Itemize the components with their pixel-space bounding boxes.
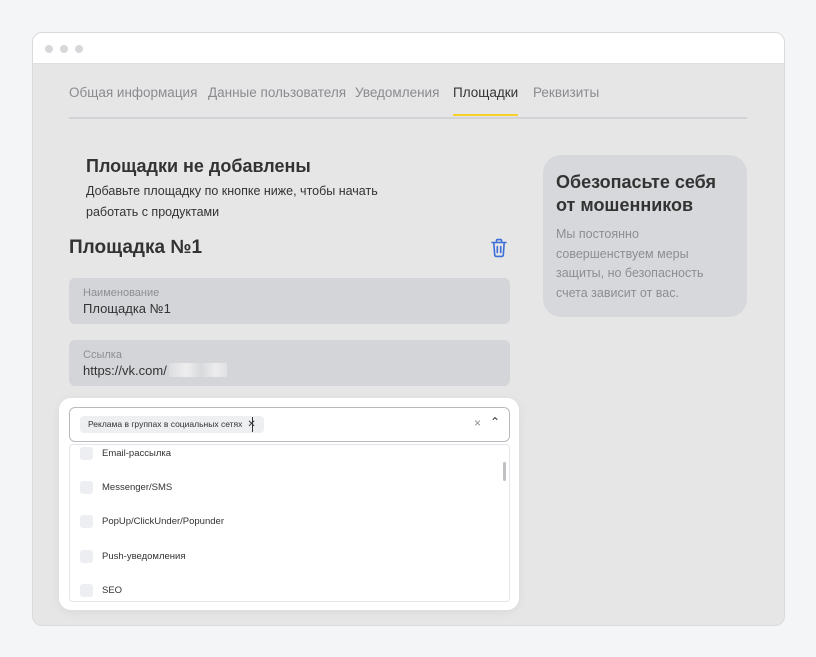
option-push[interactable]: Push-уведомления	[70, 548, 495, 568]
security-card-title: Обезопасьте себя от мошенников	[556, 172, 716, 215]
link-field-label: Ссылка	[83, 349, 122, 361]
text-caret	[252, 417, 253, 432]
option-popup[interactable]: PopUp/ClickUnder/Popunder	[70, 513, 495, 533]
tab-requisites[interactable]: Реквизиты	[533, 85, 599, 100]
tab-general[interactable]: Общая информация	[69, 85, 197, 100]
option-checkbox[interactable]	[80, 550, 93, 563]
clear-icon[interactable]: ×	[474, 416, 481, 430]
option-checkbox[interactable]	[80, 515, 93, 528]
tab-notifications[interactable]: Уведомления	[355, 85, 439, 100]
window-titlebar	[33, 33, 784, 64]
option-label: PopUp/ClickUnder/Popunder	[102, 516, 224, 527]
window-dot	[75, 45, 83, 53]
selected-category-chip: Реклама в группах в социальных сетях✕	[80, 416, 264, 433]
empty-state-text: Добавьте площадку по кнопке ниже, чтобы …	[86, 184, 378, 219]
option-checkbox[interactable]	[80, 584, 93, 597]
option-messenger-sms[interactable]: Messenger/SMS	[70, 479, 495, 499]
trash-icon[interactable]	[490, 238, 508, 258]
tab-bar: Общая информация Данные пользователя Уве…	[69, 85, 747, 119]
category-dropdown: Реклама в группах в социальных сетях✕ × …	[59, 398, 519, 610]
empty-state-title: Площадки не добавлены	[86, 156, 311, 176]
options-list[interactable]: Email-рассылка Messenger/SMS PopUp/Click…	[69, 444, 510, 602]
option-email[interactable]: Email-рассылка	[70, 445, 495, 465]
name-field-label: Наименование	[83, 287, 160, 299]
redacted-text	[168, 363, 227, 377]
tab-platforms[interactable]: Площадки	[453, 85, 519, 116]
option-checkbox[interactable]	[80, 481, 93, 494]
list-scrollbar[interactable]	[503, 462, 506, 481]
link-field[interactable]: Ссылка https://vk.com/	[69, 340, 510, 386]
tab-user-data[interactable]: Данные пользователя	[208, 85, 346, 100]
option-seo[interactable]: SEO	[70, 582, 495, 601]
option-label: SEO	[102, 585, 123, 596]
option-label: Email-рассылка	[102, 448, 172, 459]
link-field-value-wrap: https://vk.com/	[83, 363, 227, 378]
chevron-up-icon[interactable]: ⌃	[490, 415, 500, 429]
name-field[interactable]: Наименование Площадка №1	[69, 278, 510, 324]
chip-label: Реклама в группах в социальных сетях	[88, 419, 243, 429]
link-field-value: https://vk.com/	[83, 363, 167, 378]
window-dot	[60, 45, 68, 53]
window-dot	[45, 45, 53, 53]
category-select[interactable]: Реклама в группах в социальных сетях✕ × …	[69, 407, 510, 442]
option-label: Push-уведомления	[102, 551, 186, 562]
platform-title: Площадка №1	[69, 237, 203, 258]
name-field-value: Площадка №1	[83, 301, 171, 316]
option-checkbox[interactable]	[80, 447, 93, 460]
security-card-text: Мы постоянно совершенствуем меры защиты,…	[556, 227, 704, 300]
option-label: Messenger/SMS	[102, 482, 173, 493]
security-card: Обезопасьте себя от мошенников Мы постоя…	[543, 155, 747, 317]
